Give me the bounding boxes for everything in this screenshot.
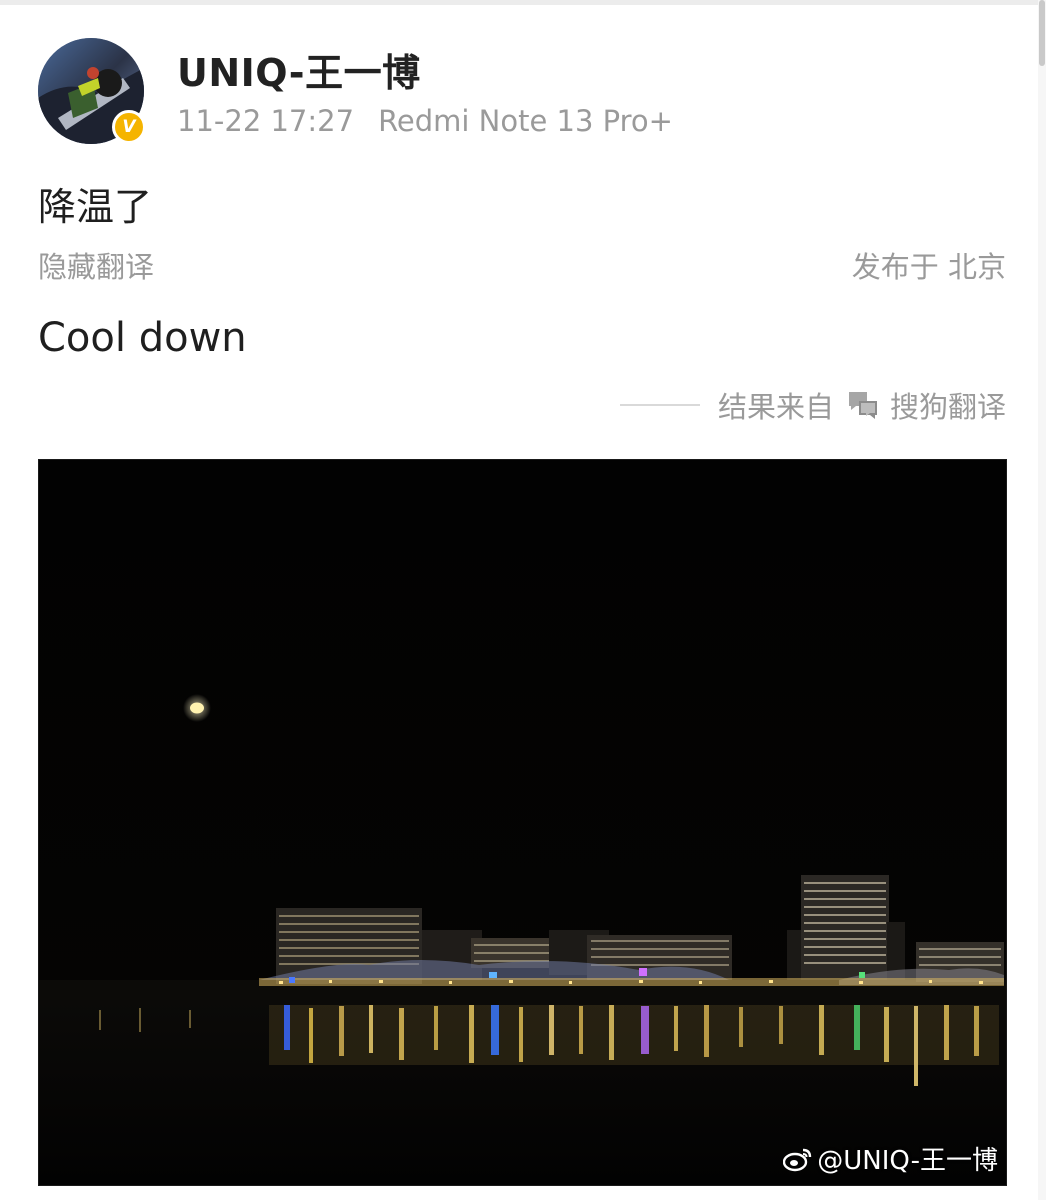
verified-badge-icon: V [112,110,146,144]
chat-bubble-icon [846,388,880,422]
translation-divider [619,404,700,406]
translation-provider[interactable]: 搜狗翻译 [890,384,1006,426]
scrollbar[interactable] [1038,0,1046,1200]
weibo-icon [783,1146,813,1172]
post-device: Redmi Note 13 Pro+ [378,104,673,138]
watermark-text: @UNIQ-王一博 [817,1146,998,1176]
weibo-post-page: V UNIQ-王一博 11-22 17:27 Redmi Note 13 Pro+… [0,0,1046,1200]
scrollbar-thumb[interactable] [1039,0,1045,66]
top-edge-divider [0,0,1046,5]
image-watermark: @UNIQ-王一博 [783,1140,998,1177]
post-time: 11-22 17:27 [177,104,355,138]
post-location: 发布于 北京 [851,250,1006,284]
post-text: 降温了 [38,185,153,229]
translation-source-prefix: 结果来自 [717,390,834,424]
hide-translation-link[interactable]: 隐藏翻译 [38,244,154,286]
author-name[interactable]: UNIQ-王一博 [177,42,421,97]
translated-text: Cool down [38,315,247,361]
night-city-photo [39,460,1006,1185]
author-avatar-wrap[interactable]: V [38,38,146,144]
post-meta: 11-22 17:27 Redmi Note 13 Pro+ [177,104,673,138]
post-image[interactable]: @UNIQ-王一博 [38,459,1007,1186]
translation-source: 结果来自 搜狗翻译 [619,384,1006,426]
